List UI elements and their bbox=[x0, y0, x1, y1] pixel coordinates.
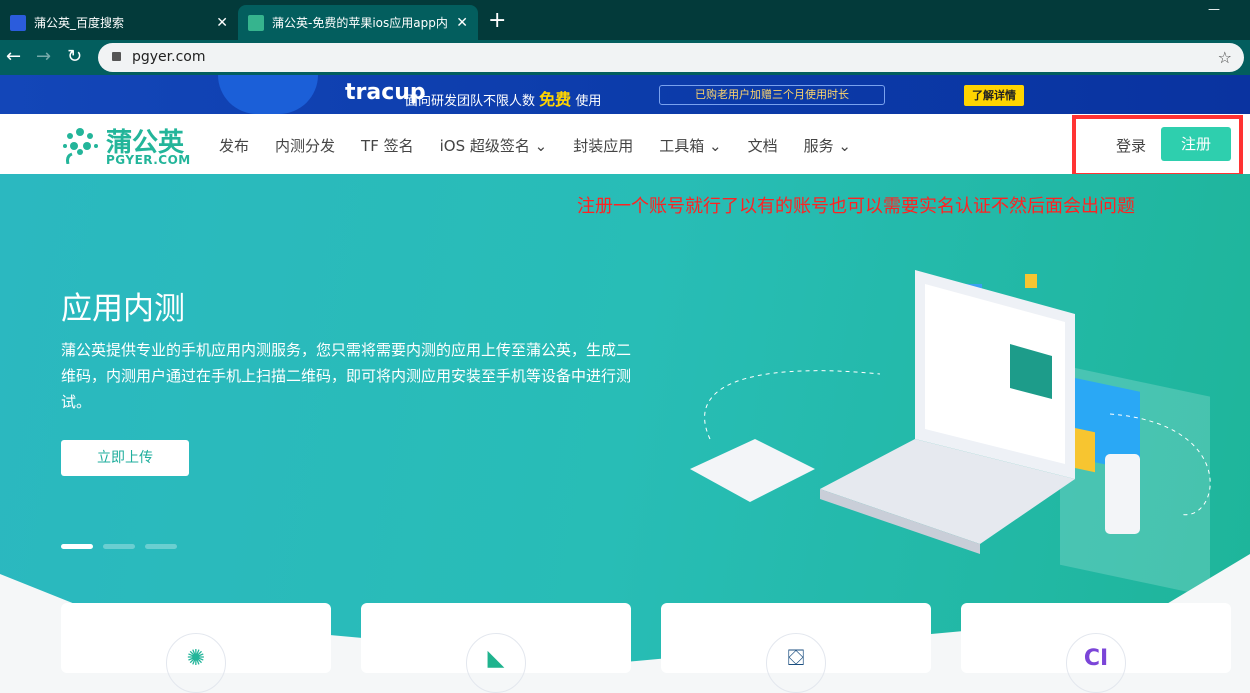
nav-services[interactable]: 服务 ⌄ bbox=[804, 135, 851, 156]
nav-beta-distribution[interactable]: 内测分发 bbox=[275, 135, 335, 156]
hero-description: 蒲公英提供专业的手机应用内测服务，您只需将需要内测的应用上传至蒲公英，生成二维码… bbox=[61, 341, 632, 411]
bookmark-star-icon[interactable]: ☆ bbox=[1218, 43, 1232, 72]
pgyer-favicon-icon bbox=[248, 14, 264, 31]
annotation-text: 注册一个账号就行了以有的账号也可以需要实名认证不然后面会出问题 bbox=[577, 196, 1135, 217]
url-input[interactable]: pgyer.com ☆ bbox=[98, 43, 1244, 72]
close-tab-icon[interactable]: ✕ bbox=[216, 15, 228, 31]
nav-publish[interactable]: 发布 bbox=[219, 135, 249, 156]
address-bar: ← → ↻ pgyer.com ☆ bbox=[0, 40, 1250, 75]
main-nav: 发布 内测分发 TF 签名 iOS 超级签名 ⌄ 封装应用 工具箱 ⌄ 文档 服… bbox=[219, 135, 877, 156]
hero-section bbox=[0, 174, 1250, 662]
feature-card-2[interactable]: ◣ bbox=[361, 603, 631, 693]
minimize-icon[interactable]: — bbox=[1208, 2, 1220, 16]
tab-pgyer[interactable]: 蒲公英-免费的苹果ios应用app内 ✕ bbox=[238, 5, 478, 40]
laptop-illustration bbox=[690, 270, 1211, 597]
tab-title: 蒲公英_百度搜索 bbox=[34, 16, 125, 30]
reload-icon[interactable]: ↻ bbox=[67, 46, 82, 67]
banner-cta-button[interactable]: 了解详情 bbox=[964, 85, 1024, 106]
banner-promo: 已购老用户加赠三个月使用时长 bbox=[659, 85, 885, 105]
new-tab-icon[interactable]: + bbox=[488, 8, 506, 33]
dandelion-logo-icon bbox=[63, 128, 98, 165]
back-icon[interactable]: ← bbox=[6, 46, 21, 67]
nav-toolbox[interactable]: 工具箱 ⌄ bbox=[659, 135, 721, 156]
slide-dot-2[interactable] bbox=[103, 544, 135, 549]
tab-title: 蒲公英-免费的苹果ios应用app内 bbox=[272, 16, 448, 30]
nav-tf-sign[interactable]: TF 签名 bbox=[361, 135, 414, 156]
ci-icon: CI bbox=[1066, 633, 1126, 693]
logo[interactable]: 蒲公英 PGYER.COM bbox=[60, 122, 190, 168]
tab-bar: 蒲公英_百度搜索 ✕ 蒲公英-免费的苹果ios应用app内 ✕ + — bbox=[0, 0, 1250, 40]
ad-banner[interactable]: tracup 面向研发团队不限人数 免费 使用 已购老用户加赠三个月使用时长 了… bbox=[0, 75, 1250, 114]
tf-icon: ◣ bbox=[466, 633, 526, 693]
feature-card-1[interactable]: ✺ bbox=[61, 603, 331, 693]
site-header: 蒲公英 PGYER.COM 发布 内测分发 TF 签名 iOS 超级签名 ⌄ 封… bbox=[0, 114, 1250, 174]
nav-docs[interactable]: 文档 bbox=[748, 135, 778, 156]
carousel-indicators bbox=[61, 544, 177, 549]
lock-icon bbox=[112, 52, 121, 61]
hero-title: 应用内测 bbox=[61, 291, 185, 327]
nav-wrap-app[interactable]: 封装应用 bbox=[573, 135, 633, 156]
url-text: pgyer.com bbox=[132, 49, 206, 65]
banner-illustration bbox=[218, 75, 318, 114]
nav-ios-super-sign[interactable]: iOS 超级签名 ⌄ bbox=[440, 135, 548, 156]
feature-card-4[interactable]: CI bbox=[961, 603, 1231, 693]
slide-dot-1[interactable] bbox=[61, 544, 93, 549]
close-tab-icon[interactable]: ✕ bbox=[456, 15, 468, 31]
forward-icon[interactable]: → bbox=[36, 46, 51, 67]
upload-now-button[interactable]: 立即上传 bbox=[61, 440, 189, 476]
logo-domain: PGYER.COM bbox=[106, 153, 191, 167]
dandelion-icon: ✺ bbox=[166, 633, 226, 693]
bug-icon: ⛋ bbox=[766, 633, 826, 693]
tab-baidu[interactable]: 蒲公英_百度搜索 ✕ bbox=[0, 5, 238, 40]
feature-card-3[interactable]: ⛋ bbox=[661, 603, 931, 693]
baidu-favicon-icon bbox=[10, 14, 26, 31]
annotation-highlight-box bbox=[1072, 115, 1243, 177]
banner-slogan: 面向研发团队不限人数 免费 使用 bbox=[405, 90, 602, 109]
slide-dot-3[interactable] bbox=[145, 544, 177, 549]
